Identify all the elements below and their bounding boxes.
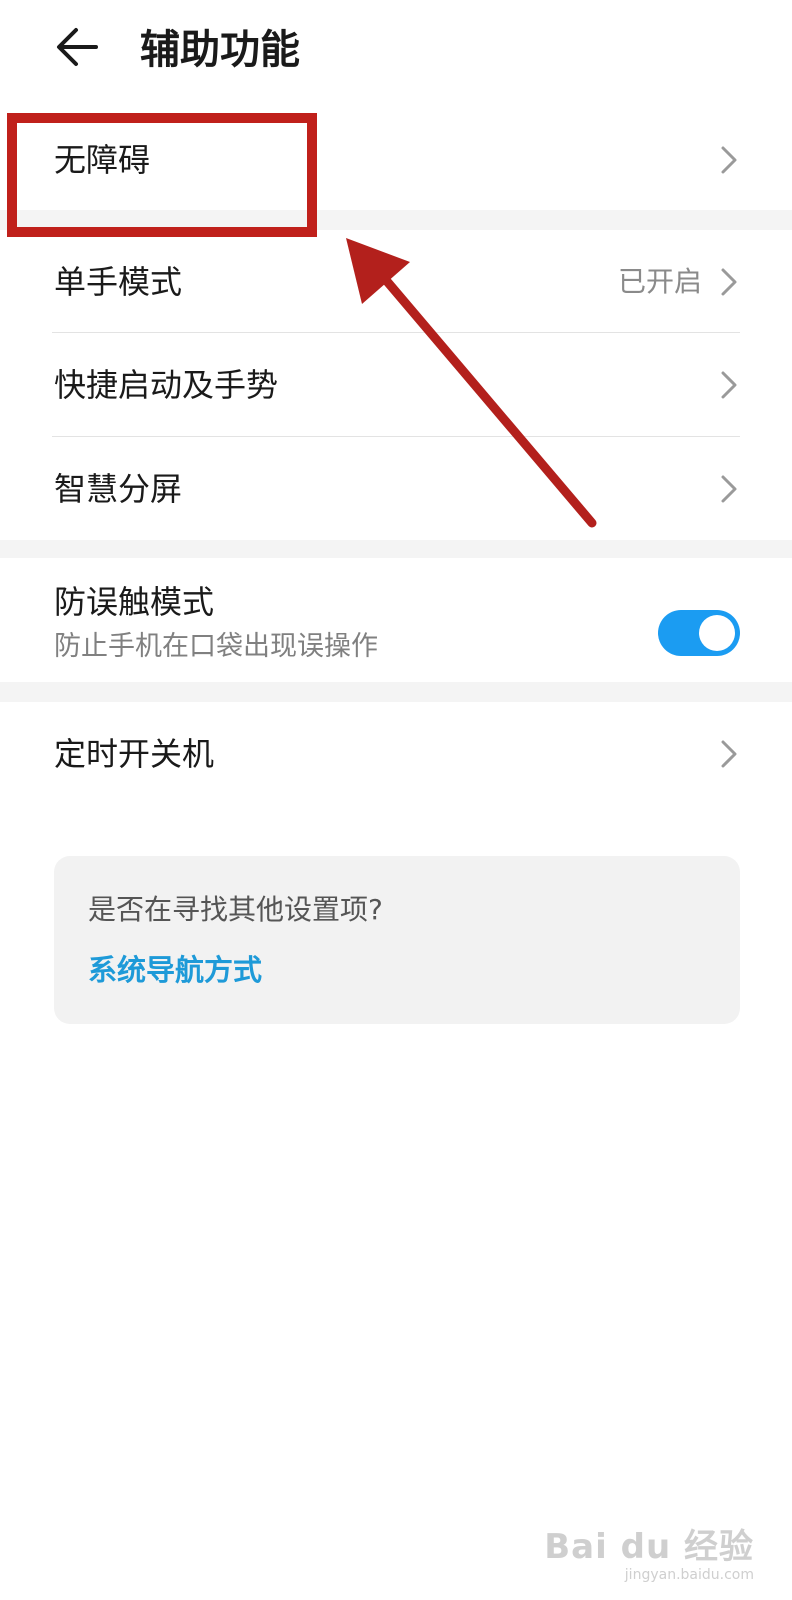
arrow-left-icon[interactable] [52,22,102,72]
chevron-right-icon [721,475,737,503]
watermark-brand: Bai du 经验 [544,1527,754,1567]
status-value: 已开启 [617,265,702,298]
toggle-knob [699,615,735,651]
menu-item-label: 快捷启动及手势 [54,366,279,404]
menu-item-sublabel: 防止手机在口袋出现误操作 [54,631,378,662]
menu-item-label: 单手模式 [54,263,183,301]
page-title: 辅助功能 [140,27,300,73]
section-gap [0,682,792,702]
system-navigation-link[interactable]: 系统导航方式 [88,950,262,990]
watermark: Bai du 经验 jingyan.baidu.com [544,1528,754,1584]
menu-item-label: 智慧分屏 [54,470,183,508]
menu-item-one-hand-mode[interactable]: 单手模式 已开启 [0,230,792,332]
menu-item-label: 无障碍 [54,141,151,179]
menu-item-shortcut-gestures[interactable]: 快捷启动及手势 [0,333,792,436]
suggestion-question: 是否在寻找其他设置项? [88,893,383,926]
menu-item-scheduled-power[interactable]: 定时开关机 [0,702,792,806]
menu-item-smart-split-screen[interactable]: 智慧分屏 [0,437,792,540]
menu-item-label: 定时开关机 [54,735,215,773]
suggestion-card: 是否在寻找其他设置项? 系统导航方式 [54,856,740,1024]
watermark-url: jingyan.baidu.com [624,1567,754,1583]
chevron-right-icon [721,146,737,174]
chevron-right-icon [721,268,737,296]
app-header: 辅助功能 [0,0,792,110]
chevron-right-icon [721,371,737,399]
menu-item-accessibility[interactable]: 无障碍 [0,110,792,210]
menu-item-label: 防误触模式 [54,583,215,621]
section-gap [0,540,792,558]
section-gap [0,210,792,230]
pocket-mode-toggle[interactable] [658,610,740,656]
chevron-right-icon [721,740,737,768]
